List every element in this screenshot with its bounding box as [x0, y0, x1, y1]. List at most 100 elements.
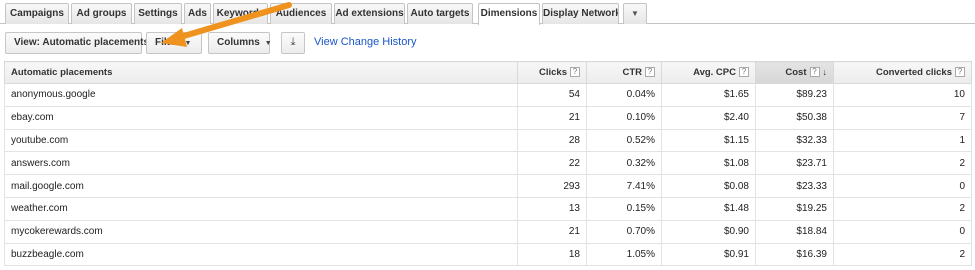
placement-cell[interactable]: youtube.com — [4, 128, 518, 153]
caret-down-icon: ▼ — [264, 40, 272, 47]
clicks-cell: 18 — [517, 242, 587, 267]
download-icon: ⤓ — [290, 36, 296, 48]
avg-cpc-cell: $1.15 — [661, 128, 756, 153]
column-header-converted-clicks[interactable]: Converted clicks? — [833, 61, 972, 84]
avg-cpc-cell: $0.08 — [661, 174, 756, 198]
column-header-avg-cpc[interactable]: Avg. CPC? — [661, 61, 756, 84]
converted-clicks-cell: 10 — [833, 83, 972, 107]
avg-cpc-cell: $2.40 — [661, 105, 756, 130]
table-row: ebay.com 21 0.10% $2.40 $50.38 7 — [4, 105, 972, 130]
placements-table: Automatic placements Clicks? CTR? Avg. C… — [4, 61, 972, 267]
table-row: mycokerewards.com 21 0.70% $0.90 $18.84 0 — [4, 219, 972, 244]
avg-cpc-cell: $1.65 — [661, 83, 756, 107]
ctr-cell: 0.04% — [586, 83, 662, 107]
converted-clicks-cell: 7 — [833, 105, 972, 130]
tab-audiences[interactable]: Audiences — [270, 3, 332, 24]
table-header-row: Automatic placements Clicks? CTR? Avg. C… — [4, 61, 972, 84]
view-dropdown-button[interactable]: View: Automatic placements▼ — [5, 32, 161, 54]
ctr-cell: 1.05% — [586, 242, 662, 267]
tab-keywords[interactable]: Keywords — [213, 3, 268, 24]
column-label: Avg. CPC — [693, 67, 736, 78]
table-row: buzzbeagle.com 18 1.05% $0.91 $16.39 2 — [4, 242, 972, 267]
converted-clicks-cell: 2 — [833, 196, 972, 221]
clicks-cell: 54 — [517, 83, 587, 107]
converted-clicks-cell: 2 — [833, 151, 972, 176]
view-change-history-link[interactable]: View Change History — [314, 36, 417, 48]
placement-cell[interactable]: answers.com — [4, 151, 518, 176]
ctr-cell: 7.41% — [586, 174, 662, 198]
clicks-cell: 21 — [517, 219, 587, 244]
filter-label: Filter — [155, 37, 180, 48]
converted-clicks-cell: 0 — [833, 219, 972, 244]
column-label: CTR — [622, 67, 642, 78]
column-header-ctr[interactable]: CTR? — [586, 61, 662, 84]
column-label: Cost — [785, 67, 807, 78]
tab-auto-targets[interactable]: Auto targets — [407, 3, 473, 24]
placement-cell[interactable]: buzzbeagle.com — [4, 242, 518, 267]
avg-cpc-cell: $0.90 — [661, 219, 756, 244]
clicks-cell: 22 — [517, 151, 587, 176]
filter-dropdown-button[interactable]: Filter ▼ — [146, 32, 202, 54]
table-row: weather.com 13 0.15% $1.48 $19.25 2 — [4, 196, 972, 221]
help-icon[interactable]: ? — [809, 67, 820, 78]
converted-clicks-cell: 2 — [833, 242, 972, 267]
caret-down-icon: ▼ — [631, 9, 639, 18]
ctr-cell: 0.70% — [586, 219, 662, 244]
cost-cell: $50.38 — [755, 105, 834, 130]
ctr-cell: 0.10% — [586, 105, 662, 130]
avg-cpc-cell: $1.08 — [661, 151, 756, 176]
tab-ad-extensions[interactable]: Ad extensions — [334, 3, 405, 24]
sort-descending-icon: ↓ — [822, 67, 828, 77]
download-button[interactable]: ⤓ — [281, 32, 305, 54]
column-label: Converted clicks — [875, 67, 952, 78]
view-label: View: Automatic placements — [14, 37, 150, 48]
placement-cell[interactable]: weather.com — [4, 196, 518, 221]
column-label: Clicks — [539, 67, 567, 78]
cost-cell: $89.23 — [755, 83, 834, 107]
help-icon[interactable]: ? — [955, 67, 965, 78]
placement-cell[interactable]: mycokerewards.com — [4, 219, 518, 244]
table-row: mail.google.com 293 7.41% $0.08 $23.33 0 — [4, 174, 972, 198]
column-header-placement[interactable]: Automatic placements — [4, 61, 518, 84]
table-row: answers.com 22 0.32% $1.08 $23.71 2 — [4, 151, 972, 176]
converted-clicks-cell: 1 — [833, 128, 972, 153]
avg-cpc-cell: $0.91 — [661, 242, 756, 267]
tab-bar: Campaigns Ad groups Settings Ads Keyword… — [0, 0, 975, 25]
help-icon[interactable]: ? — [570, 67, 580, 78]
help-icon[interactable]: ? — [645, 67, 655, 78]
cost-cell: $18.84 — [755, 219, 834, 244]
clicks-cell: 293 — [517, 174, 587, 198]
caret-down-icon: ▼ — [184, 40, 192, 47]
placement-cell[interactable]: ebay.com — [4, 105, 518, 130]
tab-display-network[interactable]: Display Network — [542, 3, 619, 24]
tab-dimensions[interactable]: Dimensions — [478, 3, 540, 25]
cost-cell: $19.25 — [755, 196, 834, 221]
ctr-cell: 0.15% — [586, 196, 662, 221]
tab-campaigns[interactable]: Campaigns — [5, 3, 69, 24]
help-icon[interactable]: ? — [739, 67, 749, 78]
column-header-cost[interactable]: Cost? ↓ — [755, 61, 834, 84]
converted-clicks-cell: 0 — [833, 174, 972, 198]
tab-settings[interactable]: Settings — [134, 3, 182, 24]
columns-dropdown-button[interactable]: Columns ▼ — [208, 32, 272, 54]
placement-cell[interactable]: mail.google.com — [4, 174, 518, 198]
cost-cell: $32.33 — [755, 128, 834, 153]
clicks-cell: 28 — [517, 128, 587, 153]
clicks-cell: 21 — [517, 105, 587, 130]
avg-cpc-cell: $1.48 — [661, 196, 756, 221]
cost-cell: $16.39 — [755, 242, 834, 267]
cost-cell: $23.71 — [755, 151, 834, 176]
tab-more-dropdown[interactable]: ▼ — [623, 3, 647, 24]
column-label: Automatic placements — [11, 67, 113, 78]
tab-ads[interactable]: Ads — [184, 3, 211, 24]
table-row: youtube.com 28 0.52% $1.15 $32.33 1 — [4, 128, 972, 153]
columns-label: Columns — [217, 37, 260, 48]
cost-cell: $23.33 — [755, 174, 834, 198]
table-row: anonymous.google 54 0.04% $1.65 $89.23 10 — [4, 83, 972, 107]
placement-cell[interactable]: anonymous.google — [4, 83, 518, 107]
ctr-cell: 0.32% — [586, 151, 662, 176]
column-header-clicks[interactable]: Clicks? — [517, 61, 587, 84]
clicks-cell: 13 — [517, 196, 587, 221]
tab-ad-groups[interactable]: Ad groups — [71, 3, 132, 24]
ctr-cell: 0.52% — [586, 128, 662, 153]
